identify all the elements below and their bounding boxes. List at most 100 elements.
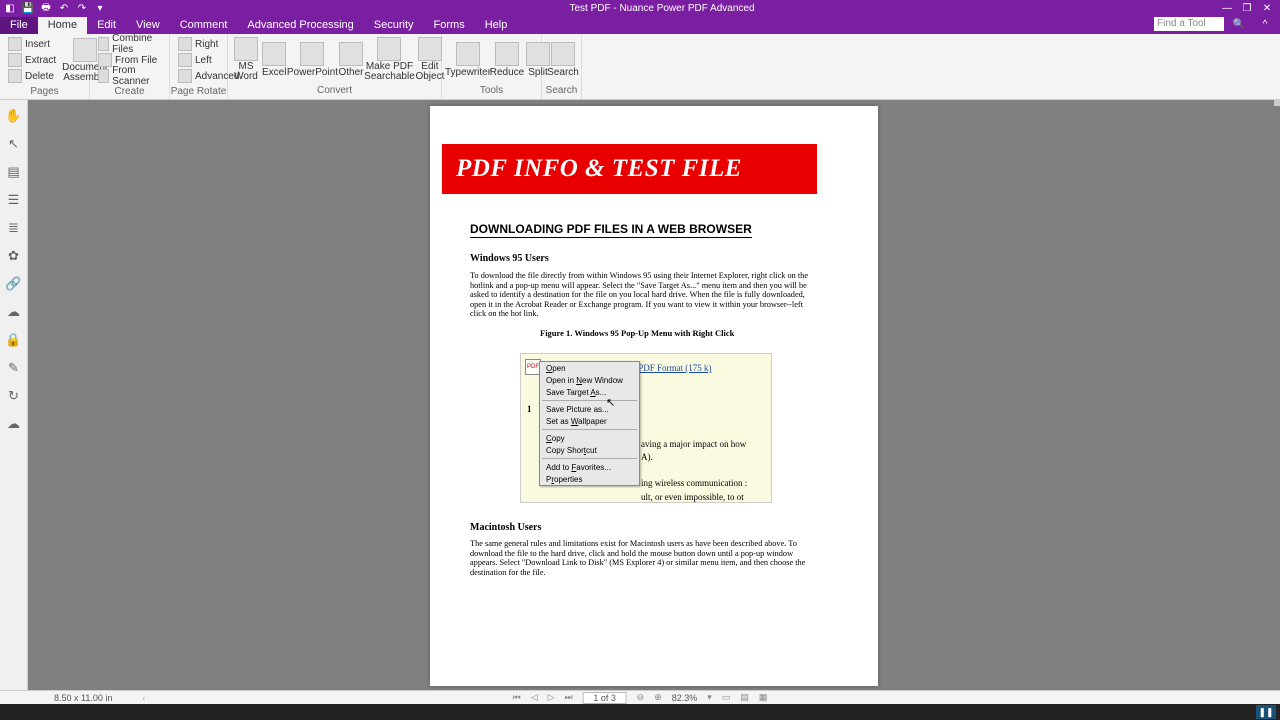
extract-button[interactable]: Extract <box>6 52 58 68</box>
security-panel-icon[interactable]: 🔒 <box>4 330 24 350</box>
fit-width-icon[interactable]: ▤ <box>740 692 749 703</box>
tab-help[interactable]: Help <box>475 17 518 34</box>
ribbon-group-search: Search Search <box>542 34 582 99</box>
tags-icon[interactable]: ↻ <box>4 386 24 406</box>
last-page-button[interactable]: ⏭ <box>565 692 573 703</box>
word-icon <box>234 37 258 61</box>
zoom-dropdown-icon[interactable]: ▾ <box>707 692 712 703</box>
prev-page-button[interactable]: ◁ <box>531 692 538 703</box>
combine-icon <box>98 37 109 51</box>
next-page-button[interactable]: ▷ <box>548 692 555 703</box>
ribbon-group-convert: MS Word Excel PowerPoint Other Make PDF … <box>228 34 442 99</box>
minimize-button[interactable]: — <box>1218 2 1236 16</box>
destinations-icon[interactable]: ≣ <box>4 218 24 238</box>
other-icon <box>339 42 363 66</box>
edit-object-button[interactable]: Edit Object <box>415 37 444 82</box>
tab-file[interactable]: File <box>0 17 38 34</box>
pause-button[interactable]: ❚❚ <box>1256 705 1276 719</box>
ribbon-group-pages: Insert Extract Delete Document Assembly … <box>0 34 90 99</box>
powerpoint-button[interactable]: PowerPoint <box>290 42 334 78</box>
comments-icon[interactable]: ☁ <box>4 302 24 322</box>
undo-icon[interactable]: ↶ <box>58 3 70 15</box>
menu-separator <box>542 429 637 430</box>
other-button[interactable]: Other <box>338 42 363 78</box>
fit-visible-icon[interactable]: ▦ <box>759 692 768 703</box>
document-area[interactable]: PDF INFO & TEST FILE DOWNLOADING PDF FIL… <box>28 100 1280 690</box>
status-bar: 8.50 x 11.00 in ‹ ⏮ ◁ ▷ ⏭ 1 of 3 ⊖ ⊕ 82.… <box>0 690 1280 704</box>
save-icon[interactable]: 💾 <box>22 3 34 15</box>
cursor-icon: ↖ <box>606 396 615 409</box>
find-tool-input[interactable]: Find a Tool <box>1154 17 1224 31</box>
menu-copy-shortcut[interactable]: Copy Shortcut <box>540 444 639 456</box>
zoom-out-button[interactable]: ⊖ <box>637 692 645 703</box>
extract-icon <box>8 53 22 67</box>
tab-forms[interactable]: Forms <box>424 17 475 34</box>
menu-separator <box>542 400 637 401</box>
excel-icon <box>262 42 286 66</box>
menu-copy[interactable]: Copy <box>540 432 639 444</box>
group-label-search: Search <box>542 85 581 99</box>
title-bar: ◧ 💾 🖶 ↶ ↷ ▾ Test PDF - Nuance Power PDF … <box>0 0 1280 17</box>
combine-files-button[interactable]: Combine Files <box>96 36 163 52</box>
menu-save-picture-as[interactable]: Save Picture as... <box>540 403 639 415</box>
print-icon[interactable]: 🖶 <box>40 3 52 15</box>
tab-home[interactable]: Home <box>38 17 87 34</box>
stamps-icon[interactable]: ✿ <box>4 246 24 266</box>
tab-comment[interactable]: Comment <box>170 17 238 34</box>
heading-downloading: DOWNLOADING PDF FILES IN A WEB BROWSER <box>470 222 752 238</box>
menu-save-target-as[interactable]: Save Target As... <box>540 386 639 398</box>
menu-properties[interactable]: Properties <box>540 473 639 485</box>
fit-page-icon[interactable]: ▭ <box>722 692 731 703</box>
from-scanner-button[interactable]: From Scanner <box>96 68 163 84</box>
dropdown-icon[interactable]: ▾ <box>94 3 106 15</box>
bookmarks-icon[interactable]: ☰ <box>4 190 24 210</box>
delete-button[interactable]: Delete <box>6 68 58 84</box>
redo-icon[interactable]: ↷ <box>76 3 88 15</box>
insert-icon <box>8 37 22 51</box>
excel-button[interactable]: Excel <box>262 42 286 78</box>
reduce-button[interactable]: Reduce <box>492 42 522 78</box>
collapse-left-icon[interactable]: ‹ <box>142 693 145 703</box>
group-label-create: Create <box>90 86 169 99</box>
pdf-banner: PDF INFO & TEST FILE <box>442 144 817 194</box>
window-buttons: — ❐ ✕ <box>1218 2 1276 16</box>
menu-set-as-wallpaper[interactable]: Set as Wallpaper <box>540 415 639 427</box>
typewriter-button[interactable]: Typewriter <box>448 42 488 78</box>
tab-security[interactable]: Security <box>364 17 424 34</box>
tab-edit[interactable]: Edit <box>87 17 126 34</box>
figure-number: 1 <box>527 404 532 414</box>
pdf-page: PDF INFO & TEST FILE DOWNLOADING PDF FIL… <box>430 106 878 686</box>
window-title: Test PDF - Nuance Power PDF Advanced <box>106 3 1218 14</box>
ms-word-button[interactable]: MS Word <box>234 37 258 82</box>
workspace: ✋ ↖ ▤ ☰ ≣ ✿ 🔗 ☁ 🔒 ✎ ↻ ☁ PDF INFO & TEST … <box>0 100 1280 690</box>
maximize-button[interactable]: ❐ <box>1238 2 1256 16</box>
hand-tool-icon[interactable]: ✋ <box>4 106 24 126</box>
cloud-icon[interactable]: ☁ <box>4 414 24 434</box>
attachments-icon[interactable]: 🔗 <box>4 274 24 294</box>
tab-view[interactable]: View <box>126 17 170 34</box>
menu-separator <box>542 458 637 459</box>
page-number-input[interactable]: 1 of 3 <box>583 692 627 704</box>
edit-object-icon <box>418 37 442 61</box>
paragraph-windows: To download the file directly from withi… <box>470 271 815 319</box>
menu-open-new-window[interactable]: Open in New Window <box>540 374 639 386</box>
scroll-up-icon[interactable] <box>1274 100 1280 106</box>
first-page-button[interactable]: ⏮ <box>513 692 521 703</box>
menu-open[interactable]: Open <box>540 362 639 374</box>
app-menu-icon[interactable]: ◧ <box>4 3 16 15</box>
select-tool-icon[interactable]: ↖ <box>4 134 24 154</box>
tab-advanced-processing[interactable]: Advanced Processing <box>237 17 363 34</box>
search-button[interactable]: Search <box>548 42 578 78</box>
close-button[interactable]: ✕ <box>1258 2 1276 16</box>
signatures-icon[interactable]: ✎ <box>4 358 24 378</box>
figure-caption: Figure 1. Windows 95 Pop-Up Menu with Ri… <box>540 328 734 338</box>
ribbon-group-create: Combine Files From File From Scanner Cre… <box>90 34 170 99</box>
collapse-ribbon-icon[interactable]: ^ <box>1254 17 1276 31</box>
make-pdf-searchable-button[interactable]: Make PDF Searchable <box>367 37 411 82</box>
insert-button[interactable]: Insert <box>6 36 58 52</box>
context-menu: Open Open in New Window Save Target As..… <box>539 361 640 486</box>
menu-add-to-favorites[interactable]: Add to Favorites... <box>540 461 639 473</box>
zoom-in-button[interactable]: ⊕ <box>654 692 662 703</box>
pages-panel-icon[interactable]: ▤ <box>4 162 24 182</box>
search-icon[interactable]: 🔍 <box>1228 17 1250 31</box>
